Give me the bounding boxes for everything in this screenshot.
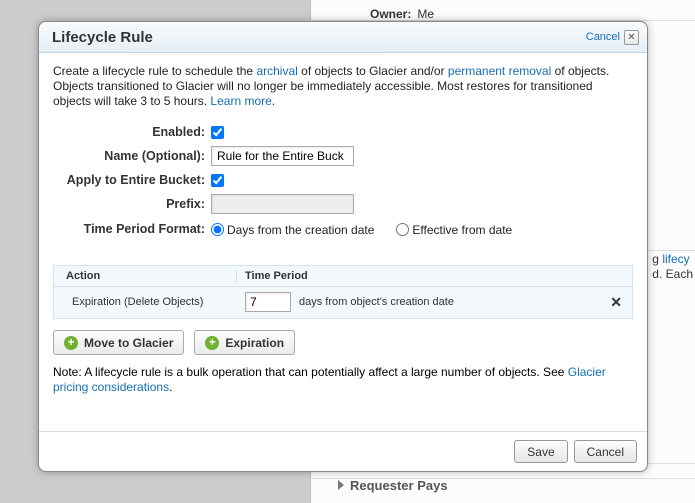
plus-icon: + [205,336,219,350]
prefix-input [211,194,354,214]
move-to-glacier-button[interactable]: + Move to Glacier [53,330,184,355]
rules-table-header: Action Time Period [54,266,632,286]
close-icon[interactable]: ✕ [624,30,639,45]
expiration-button[interactable]: + Expiration [194,330,295,355]
apply-entire-bucket-checkbox[interactable] [211,174,224,187]
permanent-removal-link[interactable]: permanent removal [448,64,551,78]
enabled-row: Enabled: [53,125,633,139]
save-button[interactable]: Save [514,440,567,463]
time-format-radio-group: Days from the creation date Effective fr… [211,221,512,237]
owner-value: Me [417,7,434,21]
dialog-header: Lifecycle Rule Cancel ✕ [39,22,647,53]
name-input[interactable] [211,146,354,166]
rule-action-text: Expiration (Delete Objects) [62,296,237,308]
cancel-link[interactable]: Cancel [586,31,620,43]
prefix-row: Prefix: [53,194,633,214]
dialog-footer: Save Cancel [39,431,647,471]
time-format-row: Time Period Format: Days from the creati… [53,221,633,237]
apply-row: Apply to Entire Bucket: [53,173,633,187]
col-action: Action [62,270,237,282]
radio-days-creation[interactable]: Days from the creation date [211,223,374,237]
intro-text: Create a lifecycle rule to schedule the … [53,64,633,109]
radio-effective-date[interactable]: Effective from date [396,223,512,237]
col-time: Time Period [237,270,624,282]
bg-hint-text: g lifecy d. Each [652,252,693,282]
enabled-checkbox[interactable] [211,126,224,139]
caret-right-icon [338,480,344,490]
cancel-button[interactable]: Cancel [574,440,637,463]
name-label: Name (Optional): [53,149,211,163]
apply-label: Apply to Entire Bucket: [53,173,211,187]
lifecycle-link-fragment[interactable]: lifecy [662,252,689,266]
dialog-title: Lifecycle Rule [52,29,586,46]
rule-time-cell: days from object's creation date [237,292,624,312]
enabled-label: Enabled: [53,125,211,139]
archival-link[interactable]: archival [256,64,297,78]
requester-pays-row[interactable]: Requester Pays [338,478,448,493]
time-format-label: Time Period Format: [53,222,211,236]
owner-label: Owner: [370,7,411,21]
prefix-label: Prefix: [53,197,211,211]
days-suffix: days from object's creation date [299,296,454,308]
name-row: Name (Optional): [53,146,633,166]
rule-row: Expiration (Delete Objects) days from ob… [54,286,632,318]
learn-more-link[interactable]: Learn more [210,94,271,108]
note-text: Note: A lifecycle rule is a bulk operati… [39,365,647,405]
add-rule-buttons: + Move to Glacier + Expiration [39,325,647,365]
radio-days-input[interactable] [211,223,224,236]
days-input[interactable] [245,292,291,312]
lifecycle-rule-dialog: Lifecycle Rule Cancel ✕ Create a lifecyc… [38,21,648,472]
dialog-body: Create a lifecycle rule to schedule the … [39,53,647,255]
plus-icon: + [64,336,78,350]
remove-rule-icon[interactable]: ✕ [610,294,622,311]
rules-table: Action Time Period Expiration (Delete Ob… [53,265,633,319]
radio-effective-input[interactable] [396,223,409,236]
